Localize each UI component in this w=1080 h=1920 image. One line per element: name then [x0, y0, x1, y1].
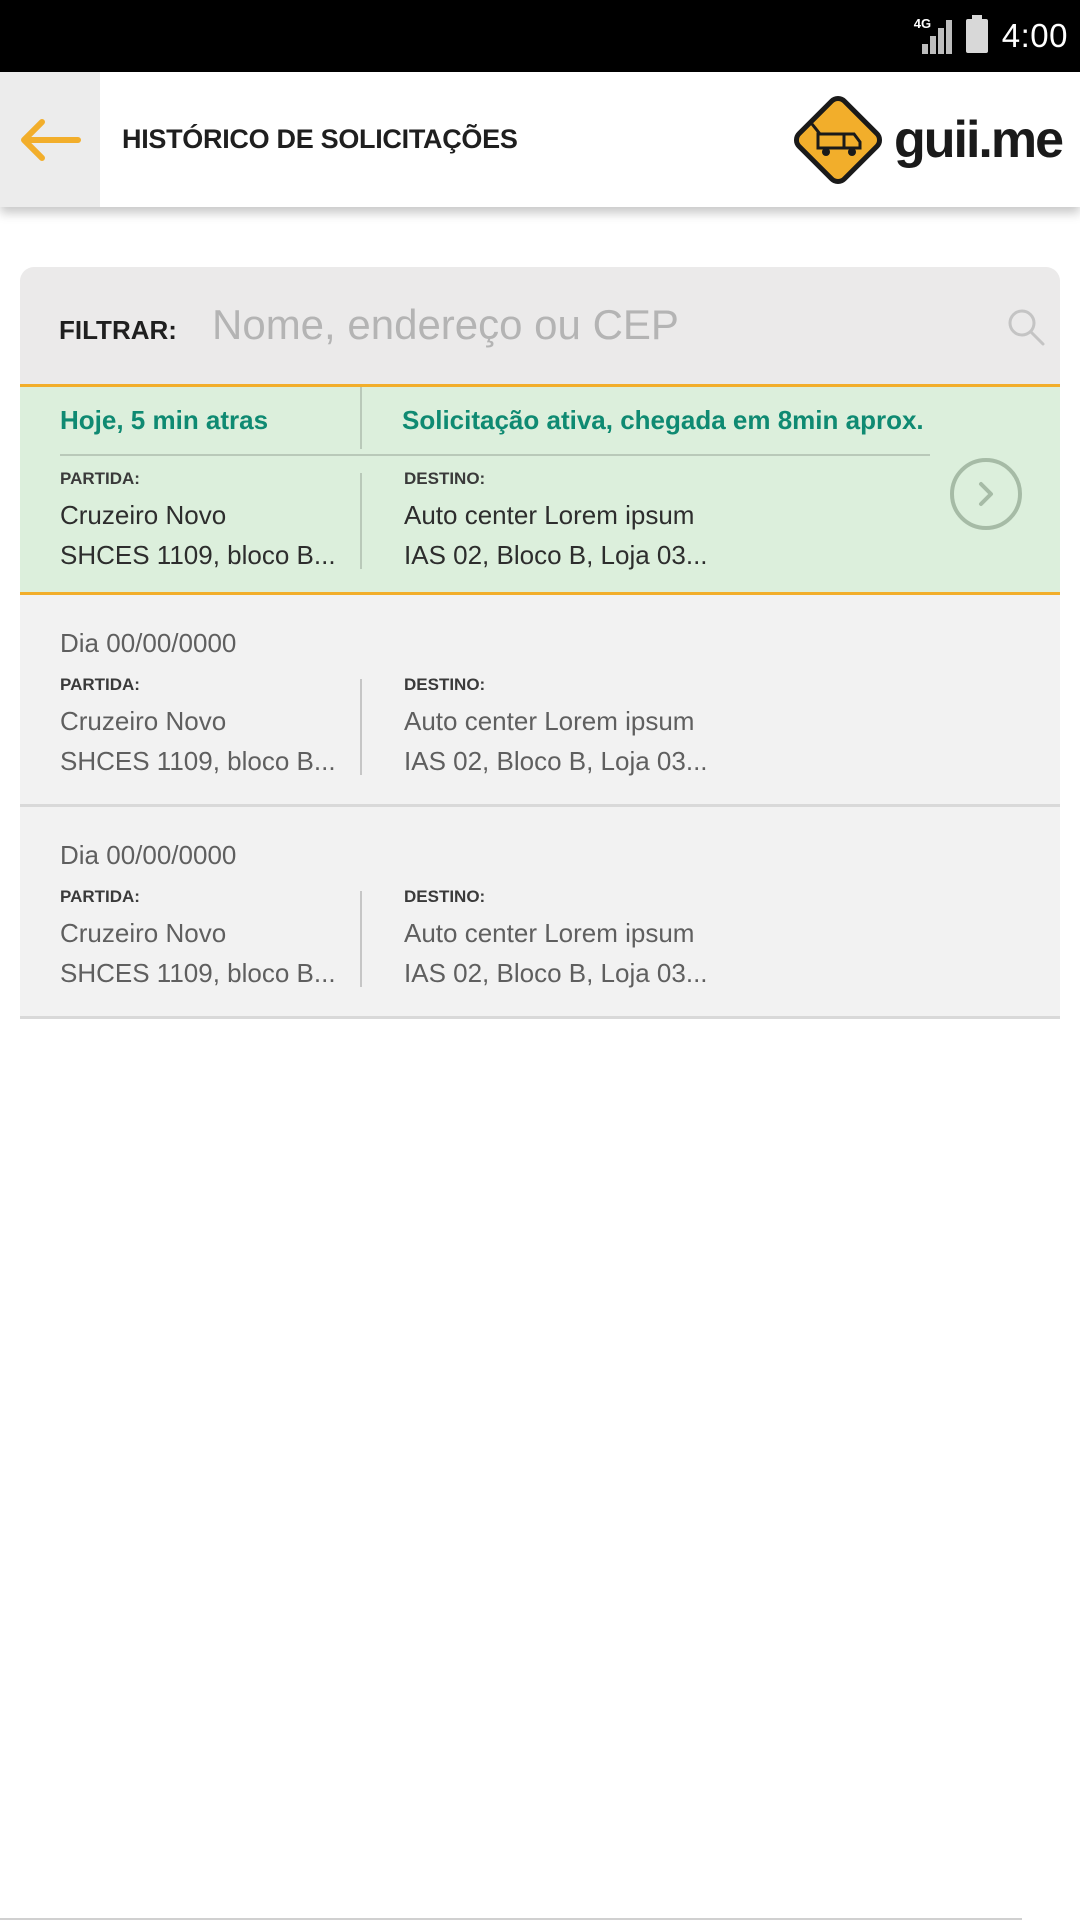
request-status: Solicitação ativa, chegada em 8min aprox… — [402, 405, 924, 435]
open-request-button[interactable] — [950, 458, 1022, 530]
filter-input[interactable] — [212, 295, 992, 355]
destination-label: DESTINO: — [404, 675, 486, 694]
request-item[interactable]: Dia 00/00/0000 PARTIDA: Cruzeiro Novo SH… — [20, 807, 1060, 1019]
history-card: FILTRAR: Hoje, 5 min atras Solicitação a… — [20, 267, 1060, 1019]
divider — [360, 891, 362, 987]
destination-address: IAS 02, Bloco B, Loja 03... — [404, 958, 708, 988]
destination-name: Auto center Lorem ipsum — [404, 706, 695, 736]
origin-address: SHCES 1109, bloco B... — [60, 540, 336, 570]
request-item-active[interactable]: Hoje, 5 min atras Solicitação ativa, che… — [20, 384, 1060, 595]
logo-text: guii.me — [893, 111, 1064, 169]
destination-address: IAS 02, Bloco B, Loja 03... — [404, 540, 708, 570]
destination-name: Auto center Lorem ipsum — [404, 918, 695, 948]
origin-name: Cruzeiro Novo — [60, 500, 227, 530]
origin-label: PARTIDA: — [60, 887, 140, 906]
origin-name: Cruzeiro Novo — [60, 918, 227, 948]
request-item[interactable]: Dia 00/00/0000 PARTIDA: Cruzeiro Novo SH… — [20, 595, 1060, 807]
divider — [60, 454, 930, 456]
arrow-left-icon — [21, 118, 81, 161]
status-icons: 4G 4:00 — [914, 0, 1068, 72]
origin-label: PARTIDA: — [60, 675, 140, 694]
destination-label: DESTINO: — [404, 469, 486, 488]
tow-truck-icon — [793, 95, 882, 185]
destination-label: DESTINO: — [404, 887, 486, 906]
destination-address: IAS 02, Bloco B, Loja 03... — [404, 746, 708, 776]
origin-label: PARTIDA: — [60, 469, 140, 488]
back-button[interactable] — [0, 72, 100, 207]
filter-bar: FILTRAR: — [20, 267, 1060, 384]
signal-icon: 4G — [913, 16, 952, 54]
filter-label: FILTRAR: — [59, 315, 177, 345]
brand-logo: guii.me — [788, 90, 1064, 190]
battery-icon — [965, 15, 988, 53]
status-time: 4:00 — [1001, 17, 1068, 54]
app-bar: HISTÓRICO DE SOLICITAÇÕES guii.me — [0, 72, 1080, 207]
request-time: Hoje, 5 min atras — [60, 405, 269, 435]
destination-name: Auto center Lorem ipsum — [404, 500, 695, 530]
status-bar: 4G 4:00 — [0, 0, 1080, 72]
page-title: HISTÓRICO DE SOLICITAÇÕES — [122, 124, 518, 154]
chevron-right-icon — [979, 482, 993, 506]
origin-address: SHCES 1109, bloco B... — [60, 746, 336, 776]
divider — [360, 387, 362, 449]
network-type: 4G — [913, 16, 932, 31]
origin-name: Cruzeiro Novo — [60, 706, 227, 736]
request-date: Dia 00/00/0000 — [60, 628, 237, 658]
divider — [360, 473, 362, 569]
search-icon[interactable] — [1006, 307, 1046, 347]
origin-address: SHCES 1109, bloco B... — [60, 958, 336, 988]
request-date: Dia 00/00/0000 — [60, 840, 237, 870]
divider — [360, 679, 362, 775]
